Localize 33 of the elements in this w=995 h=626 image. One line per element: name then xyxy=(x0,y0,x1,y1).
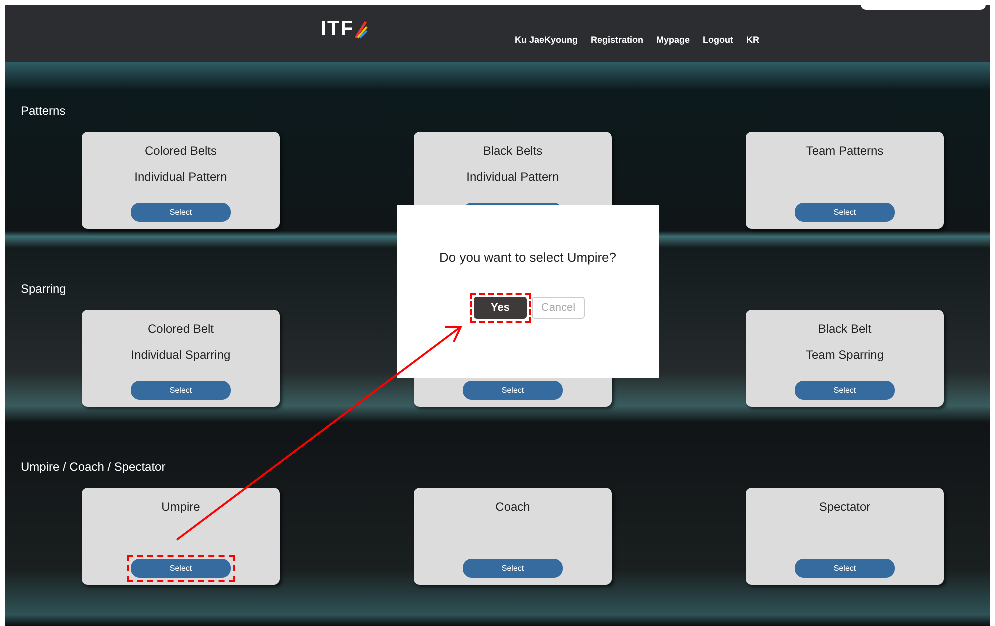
select-button[interactable]: Select xyxy=(795,559,895,578)
stripes-logo-icon xyxy=(354,21,368,39)
card-title: Individual Pattern xyxy=(466,169,560,186)
nav-link[interactable]: Registration xyxy=(591,35,644,45)
card-title: Umpire xyxy=(162,499,200,516)
yes-button[interactable]: Yes xyxy=(474,297,527,319)
card-title: Individual Sparring xyxy=(131,347,231,364)
card-title: Black Belt xyxy=(818,321,872,338)
nav-link[interactable]: KR xyxy=(746,35,760,45)
card-title: Colored Belts xyxy=(144,143,218,160)
card-title: Coach xyxy=(496,499,530,516)
nav-link[interactable]: Ku JaeKyoung xyxy=(515,35,578,45)
card-title: Team Patterns xyxy=(806,143,884,160)
logo-text[interactable]: ITF xyxy=(321,19,354,39)
nav-link[interactable]: Logout xyxy=(703,35,734,45)
select-button[interactable]: Select xyxy=(463,381,563,400)
section-title: Umpire / Coach / Spectator xyxy=(20,460,167,476)
card-title: Black Belts xyxy=(483,143,543,160)
select-button[interactable]: Select xyxy=(131,381,231,400)
select-button[interactable]: Select xyxy=(795,381,895,400)
dialog-message: Do you want to select Umpire? xyxy=(439,250,617,265)
card-title: Colored Belt xyxy=(148,321,214,338)
nav-link[interactable]: Mypage xyxy=(656,35,690,45)
cut-off-field[interactable] xyxy=(861,5,986,10)
select-button[interactable]: Select xyxy=(131,203,231,222)
section-title: Sparring xyxy=(20,282,68,298)
card-title: Team Sparring xyxy=(806,347,884,364)
select-button[interactable]: Select xyxy=(463,559,563,578)
section-title: Patterns xyxy=(20,104,67,120)
select-button[interactable]: Select xyxy=(131,559,231,578)
select-button[interactable]: Select xyxy=(795,203,895,222)
card-title: Spectator xyxy=(819,499,871,516)
card-title: Individual Pattern xyxy=(134,169,228,186)
